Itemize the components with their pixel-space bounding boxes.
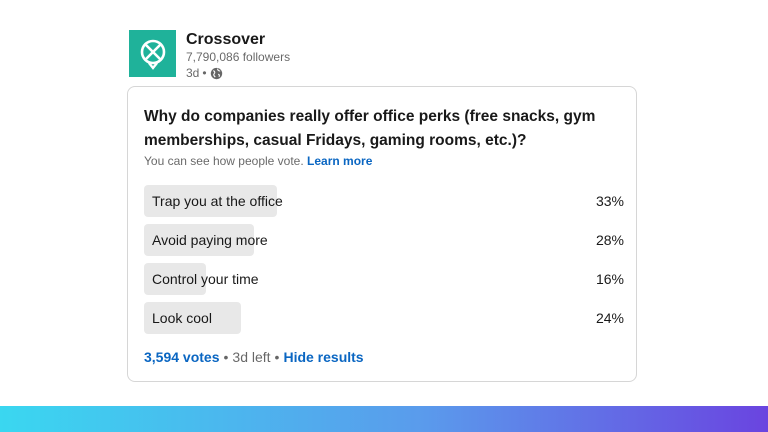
poll-option-percent: 24% [595, 310, 624, 326]
decorative-gradient-strip [0, 406, 768, 432]
time-left: 3d left [232, 349, 271, 365]
poll-option-label: Look cool [152, 310, 212, 326]
footer-separator: • [223, 349, 229, 365]
footer-separator: • [274, 349, 280, 365]
poll-footer: 3,594 votes • 3d left • Hide results [144, 349, 364, 365]
poll-option-percent: 33% [595, 193, 624, 209]
poll-option-percent: 16% [595, 271, 624, 287]
poll-option-label: Control your time [152, 271, 259, 287]
post-age: 3d [186, 66, 200, 80]
poll-card: Why do companies really offer office per… [127, 86, 637, 382]
follower-count: 7,790,086 followers [186, 50, 291, 64]
hide-results-button[interactable]: Hide results [283, 349, 363, 365]
poll-option[interactable]: Trap you at the office 33% [144, 185, 624, 217]
poll-option[interactable]: Control your time 16% [144, 263, 624, 295]
company-name[interactable]: Crossover [186, 30, 290, 49]
learn-more-link[interactable]: Learn more [307, 154, 372, 168]
poll-visibility-note: You can see how people vote. Learn more [144, 154, 372, 168]
poll-option[interactable]: Avoid paying more 28% [144, 224, 624, 256]
post-meta: 3d • [186, 65, 290, 81]
company-logo[interactable] [129, 30, 176, 77]
meta-separator: • [202, 66, 207, 80]
poll-option-label: Avoid paying more [152, 232, 268, 248]
poll-option[interactable]: Look cool 24% [144, 302, 624, 334]
post-header: Crossover 7,790,086 followers 3d • [129, 30, 291, 81]
crossover-logo-icon [140, 39, 165, 70]
visibility-text: You can see how people vote. [144, 154, 304, 168]
poll-option-label: Trap you at the office [152, 193, 283, 209]
globe-icon [210, 67, 222, 79]
poll-option-percent: 28% [595, 232, 624, 248]
vote-count-link[interactable]: 3,594 votes [144, 349, 220, 365]
poll-question: Why do companies really offer office per… [144, 108, 596, 149]
